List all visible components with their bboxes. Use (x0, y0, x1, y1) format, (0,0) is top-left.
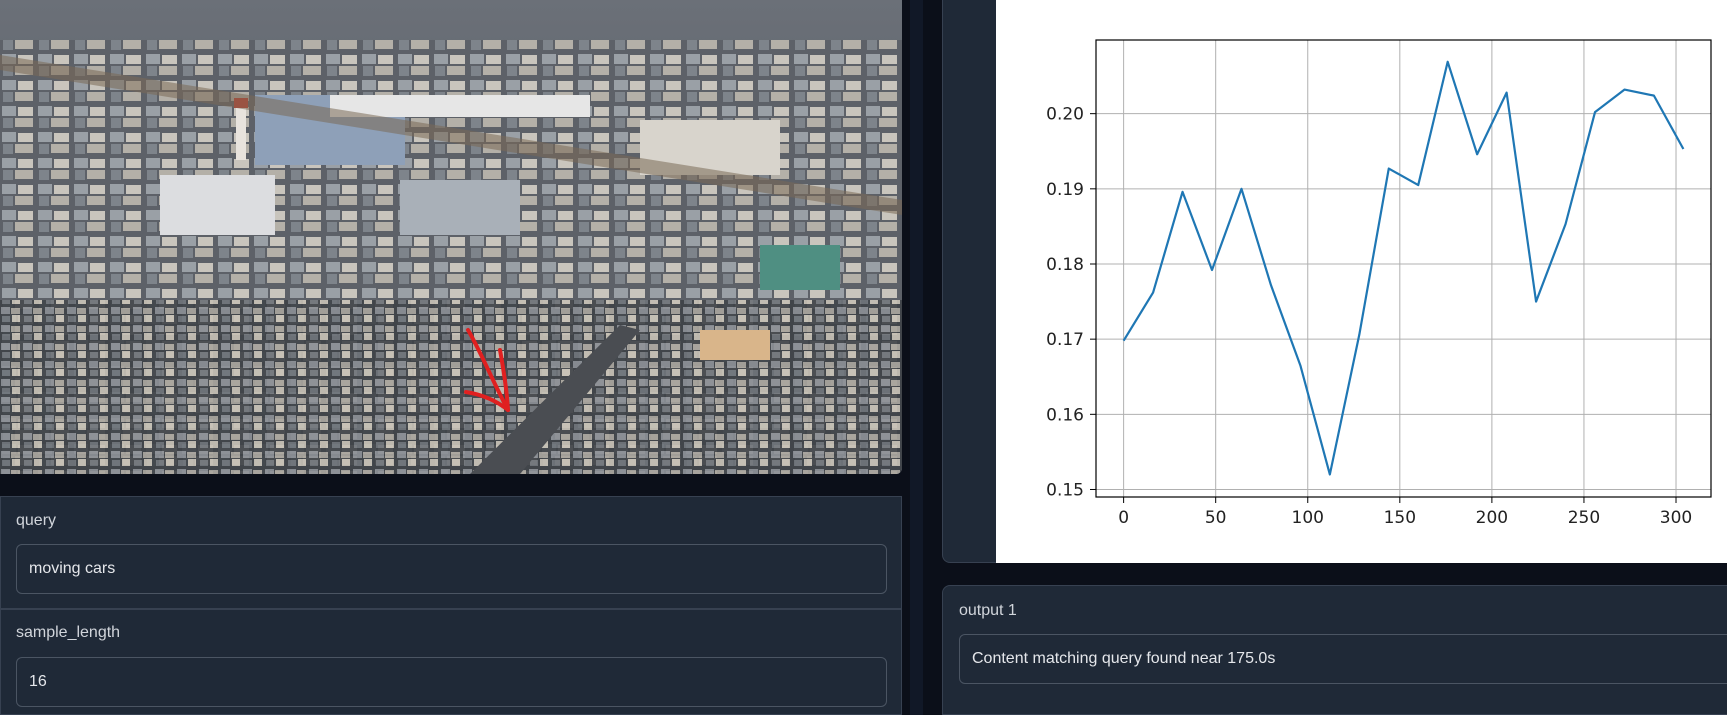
query-input[interactable] (16, 544, 887, 594)
axes-frame (1095, 39, 1712, 498)
sample-length-input[interactable] (16, 657, 887, 707)
output-panel: output 1 Content matching query found ne… (942, 585, 1727, 715)
sample-length-label: sample_length (16, 624, 121, 641)
query-label: query (16, 512, 57, 529)
y-tick-label: 0.20 (1046, 105, 1084, 125)
x-tick-label: 300 (1660, 508, 1692, 528)
column-divider (910, 0, 923, 715)
x-tick-label: 100 (1292, 508, 1324, 528)
similarity-line-chart: 0 50 100 150 200 250 300 0.15 0.16 0.17 0.18 0.19 0.… (1046, 39, 1712, 528)
output-label: output 1 (959, 602, 1017, 619)
sample-length-block: sample_length (0, 609, 902, 715)
y-tick-label: 0.16 (1046, 405, 1084, 425)
y-tick-label: 0.17 (1046, 330, 1084, 350)
output-textbox[interactable]: Content matching query found near 175.0s (959, 634, 1727, 684)
x-tick-label: 0 (1118, 508, 1129, 528)
y-tick-label: 0.15 (1046, 480, 1084, 500)
x-tick-label: 50 (1205, 508, 1227, 528)
city-aerial-image (0, 0, 902, 474)
plot-area: 0 50 100 150 200 250 300 0.15 0.16 0.17 0.18 0.19 0.… (996, 0, 1727, 563)
x-tick-label: 150 (1384, 508, 1416, 528)
video-preview[interactable] (0, 0, 902, 474)
query-block: query (0, 496, 902, 609)
output-text: Content matching query found near 175.0s (972, 650, 1276, 667)
x-tick-label: 200 (1476, 508, 1508, 528)
y-tick-label: 0.18 (1046, 255, 1084, 275)
y-tick-label: 0.19 (1046, 180, 1084, 200)
x-tick-label: 250 (1568, 508, 1600, 528)
series-line (1122, 60, 1685, 476)
